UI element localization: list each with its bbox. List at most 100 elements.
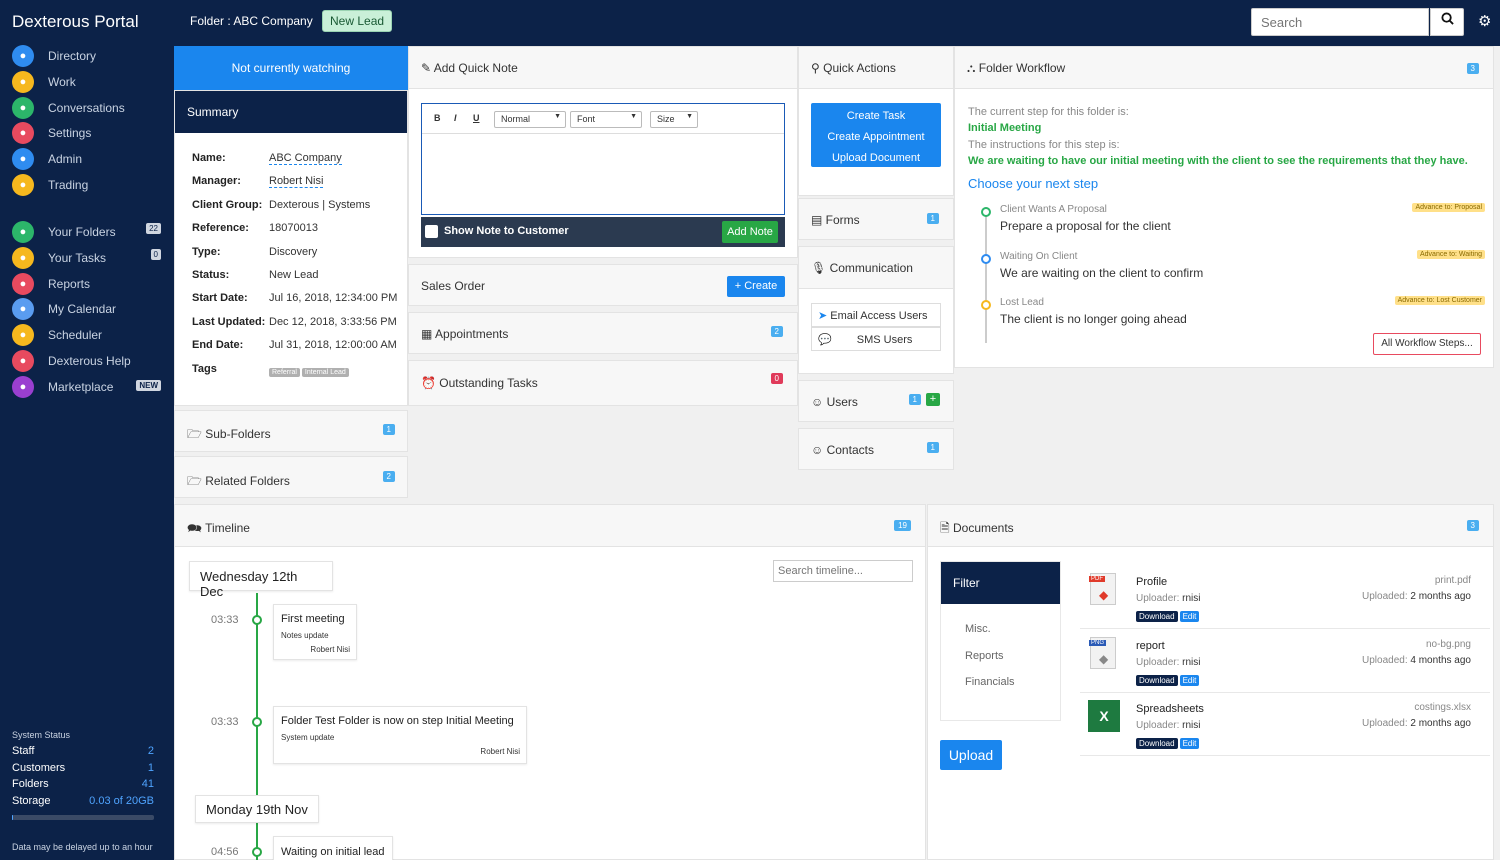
document-uploaded: Uploaded: 2 months ago [1362, 718, 1471, 729]
create-sales-order-button[interactable]: + Create [727, 276, 785, 297]
uploader-value: rnisi [1182, 720, 1201, 732]
filter-financials[interactable]: Financials [965, 676, 1015, 688]
document-name[interactable]: Spreadsheets [1136, 703, 1204, 715]
sidebar-item-your-folders[interactable]: ● Your Folders 22 [12, 221, 167, 243]
add-user-button[interactable]: + [926, 393, 940, 406]
summary-field-value[interactable]: ABC Company [269, 152, 342, 165]
timeline-date-2: Monday 19th Nov [195, 795, 319, 823]
sidebar-item-conversations[interactable]: ● Conversations [12, 96, 167, 119]
status-staff-value: 2 [147, 745, 154, 757]
add-note-button[interactable]: Add Note [722, 221, 778, 243]
download-button[interactable]: Download [1136, 738, 1178, 750]
create-appointment-button[interactable]: Create Appointment [811, 129, 941, 150]
font-select[interactable]: Font ▼ [570, 111, 642, 128]
document-name[interactable]: Profile [1136, 576, 1167, 588]
summary-field-label: Last Updated: [192, 315, 266, 328]
status-customers-value: 1 [147, 762, 154, 774]
format-select[interactable]: Normal ▼ [494, 111, 566, 128]
document-item[interactable]: PDF ◆ Profile Uploader: rnisi Download Edit pr… [1080, 567, 1490, 629]
document-item[interactable]: X Spreadsheets Uploader: rnisi Download Edit… [1080, 694, 1490, 757]
uploaded-label: Uploaded: [1362, 654, 1408, 666]
users-panel[interactable]: ☺ Users 1 + [798, 380, 954, 422]
summary-panel: Summary Name: ABC Company Manager: Robert N… [174, 90, 408, 406]
italic-button[interactable]: I [454, 113, 457, 123]
timeline-entry[interactable]: Waiting on initial lead [273, 836, 393, 860]
size-select[interactable]: Size ▼ [650, 111, 698, 128]
document-filter: Filter Misc. Reports Financials [940, 561, 1061, 721]
microphone-icon: 🎙 [811, 261, 830, 275]
summary-field-value[interactable]: Robert Nisi [269, 175, 324, 189]
forms-panel[interactable]: ▤ Forms 1 [798, 198, 954, 240]
size-value: Size [657, 114, 675, 124]
tag-internal-lead[interactable]: Internal Lead [301, 368, 349, 377]
sms-users-button[interactable]: 💬 SMS Users [811, 327, 941, 351]
sidebar-item-work[interactable]: ● Work [12, 70, 167, 93]
timeline-entry[interactable]: Folder Test Folder is now on step Initia… [273, 706, 527, 764]
sidebar-item-marketplace[interactable]: ● Marketplace NEW [12, 375, 167, 398]
email-access-users-button[interactable]: ➤ Email Access Users [811, 303, 941, 327]
filter-reports[interactable]: Reports [965, 650, 1004, 662]
gear-icon[interactable]: ⚙ [1478, 12, 1498, 32]
watch-toggle[interactable]: Not currently watching [174, 46, 408, 90]
sidebar-item-directory[interactable]: ● Directory [12, 45, 167, 67]
tag-referral[interactable]: Referral [269, 368, 300, 377]
advance-button[interactable]: Advance to: Waiting [1417, 249, 1485, 259]
outstanding-tasks-panel[interactable]: ⏰ Outstanding Tasks 0 [408, 360, 798, 406]
appointments-title: Appointments [435, 327, 509, 341]
sidebar-item-dexterous-help[interactable]: ● Dexterous Help [12, 350, 167, 372]
all-workflow-steps-button[interactable]: All Workflow Steps... [1373, 333, 1481, 355]
send-icon: ➤ [818, 310, 831, 322]
upload-button[interactable]: Upload [940, 740, 1002, 770]
step-description: Prepare a proposal for the client [1000, 219, 1171, 233]
filter-title: Filter [941, 562, 1060, 604]
advance-button[interactable]: Advance to: Lost Customer [1394, 296, 1485, 305]
sub-folders-panel[interactable]: 🗁 Sub-Folders 1 [174, 410, 408, 452]
sidebar-item-scheduler[interactable]: ● Scheduler [12, 324, 167, 347]
sidebar-item-label: Dexterous Help [48, 354, 131, 368]
note-editor[interactable]: B I U Normal ▼ Font ▼ Size ▼ [421, 103, 785, 215]
workflow-step[interactable]: Lost Lead The client is no longer going a… [955, 296, 1493, 336]
download-button[interactable]: Download [1136, 611, 1178, 622]
edit-button[interactable]: Edit [1179, 611, 1200, 622]
uploader-label: Uploader: [1136, 720, 1180, 732]
sidebar-item-my-calendar[interactable]: ● My Calendar [12, 298, 167, 321]
filter-misc[interactable]: Misc. [965, 623, 991, 635]
app-title[interactable]: Dexterous Portal [12, 12, 139, 32]
document-item[interactable]: PNG ◆ report Uploader: rnisi Download Edit no-… [1080, 630, 1490, 693]
tasks-header: ⏰ Outstanding Tasks [421, 376, 538, 390]
workflow-step[interactable]: Waiting On Client We are waiting on the c… [955, 249, 1493, 290]
timeline-entry[interactable]: First meeting Notes update Robert Nisi [273, 604, 357, 660]
related-folders-panel[interactable]: 🗁 Related Folders 2 [174, 456, 408, 498]
status-folders-value: 41 [141, 778, 154, 790]
communication-header: 🎙 Communication [799, 247, 953, 289]
communication-panel: 🎙 Communication ➤ Email Access Users 💬 S… [798, 246, 954, 374]
summary-field-value: 18070013 [269, 222, 318, 235]
sidebar-item-admin[interactable]: ● Admin [12, 148, 167, 171]
sidebar-item-label: Settings [48, 126, 92, 141]
timeline-time: 03:33 [211, 716, 239, 728]
bold-button[interactable]: B [434, 113, 441, 123]
sidebar-item-your-tasks[interactable]: ● Your Tasks 0 [12, 246, 167, 269]
sidebar-item-settings[interactable]: ● Settings [12, 122, 167, 145]
workflow-step[interactable]: Client Wants A Proposal Prepare a proposa… [955, 203, 1493, 243]
appointments-panel[interactable]: ▦ Appointments 2 [408, 312, 798, 354]
document-name[interactable]: report [1136, 640, 1165, 652]
contacts-panel[interactable]: ☺ Contacts 1 [798, 428, 954, 470]
show-note-checkbox[interactable] [425, 225, 438, 238]
search-button[interactable] [1430, 8, 1464, 36]
upload-document-button[interactable]: Upload Document [811, 150, 941, 171]
sidebar-item-trading[interactable]: ● Trading [12, 174, 167, 196]
timeline-search-input[interactable] [773, 560, 913, 582]
edit-button[interactable]: Edit [1179, 738, 1200, 750]
create-task-button[interactable]: Create Task [811, 108, 941, 129]
sales-order-title: Sales Order [421, 279, 486, 293]
advance-button[interactable]: Advance to: Proposal [1412, 203, 1485, 212]
search-input[interactable] [1251, 8, 1429, 36]
edit-button[interactable]: Edit [1179, 674, 1200, 686]
download-button[interactable]: Download [1136, 674, 1178, 686]
sidebar-item-reports[interactable]: ● Reports [12, 272, 167, 295]
contacts-header: ☺ Contacts [811, 443, 874, 457]
users-header: ☺ Users [811, 395, 858, 409]
chevron-down-icon: ▼ [630, 113, 637, 120]
underline-button[interactable]: U [473, 113, 480, 123]
